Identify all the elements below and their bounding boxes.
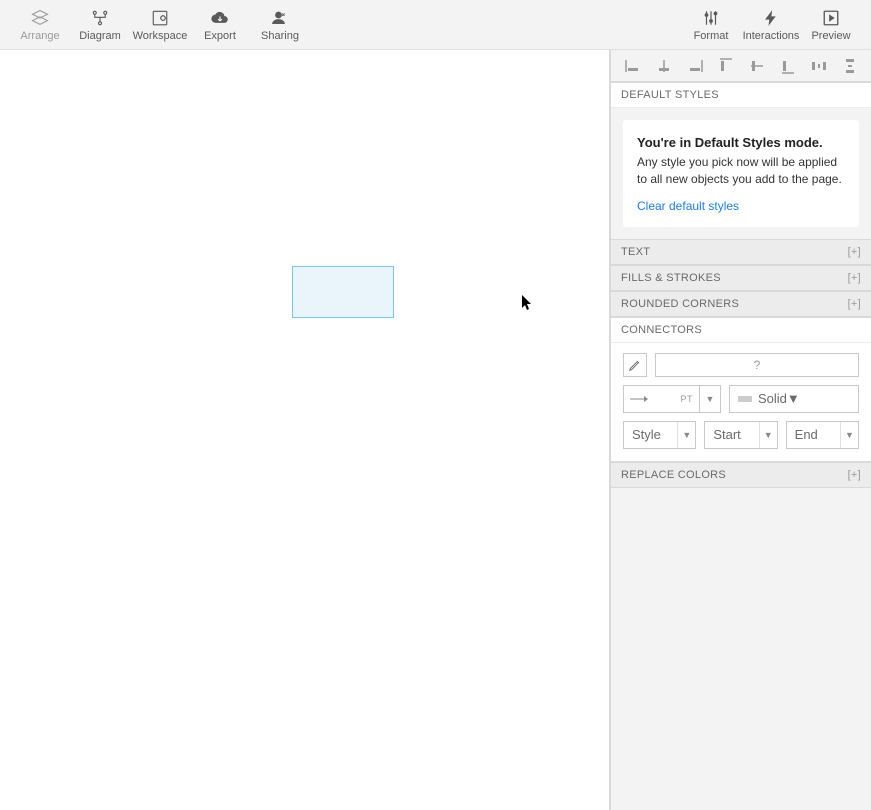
align-toolbar xyxy=(611,50,871,82)
info-title: You're in Default Styles mode. xyxy=(637,134,845,152)
canvas[interactable] xyxy=(0,50,610,810)
connectors-section-header[interactable]: CONNECTORS xyxy=(611,317,871,343)
interactions-button[interactable]: Interactions xyxy=(741,0,801,50)
diagram-button[interactable]: Diagram xyxy=(70,0,130,50)
connector-color-value: ? xyxy=(754,358,761,372)
format-label: Format xyxy=(694,30,729,42)
export-button[interactable]: Export xyxy=(190,0,250,50)
text-section-header[interactable]: TEXT [+] xyxy=(611,239,871,265)
distribute-v-icon[interactable] xyxy=(838,54,862,78)
arrow-line-icon xyxy=(630,395,650,403)
connector-color-button[interactable] xyxy=(623,353,647,377)
connectors-label: CONNECTORS xyxy=(621,324,702,336)
chevron-down-icon: ▼ xyxy=(787,391,800,406)
pt-unit-label: PT xyxy=(680,394,693,404)
export-label: Export xyxy=(204,30,236,42)
align-hcenter-icon[interactable] xyxy=(652,54,676,78)
arrange-button[interactable]: Arrange xyxy=(10,0,70,50)
rounded-corners-label: ROUNDED CORNERS xyxy=(621,298,739,310)
rectangle-shape[interactable] xyxy=(292,266,394,318)
toolbar-right-group: Format Interactions Preview xyxy=(681,0,861,50)
end-label: End xyxy=(795,427,818,442)
expand-icon: [+] xyxy=(848,469,861,481)
format-panel: DEFAULT STYLES You're in Default Styles … xyxy=(610,50,871,810)
align-left-icon[interactable] xyxy=(621,54,645,78)
info-body: Any style you pick now will be applied t… xyxy=(637,154,845,188)
panel-empty-area xyxy=(611,488,871,810)
default-styles-header[interactable]: DEFAULT STYLES xyxy=(611,82,871,108)
connectors-body: ? PT ▼ Solid xyxy=(611,343,871,462)
fills-strokes-section-header[interactable]: FILLS & STROKES [+] xyxy=(611,265,871,291)
arrange-label: Arrange xyxy=(20,30,59,42)
connector-line-style-dropdown[interactable]: Solid ▼ xyxy=(729,385,859,413)
connector-start-dropdown[interactable]: Start ▼ xyxy=(704,421,777,449)
style-label: Style xyxy=(632,427,661,442)
replace-colors-label: REPLACE COLORS xyxy=(621,469,726,481)
workspace-icon xyxy=(150,8,170,28)
expand-icon: [+] xyxy=(848,246,861,258)
play-icon xyxy=(821,8,841,28)
text-section-label: TEXT xyxy=(621,246,650,258)
default-styles-infobox: You're in Default Styles mode. Any style… xyxy=(623,120,859,227)
top-toolbar: Arrange Diagram Workspace Export Sharing xyxy=(0,0,871,50)
chevron-down-icon: ▼ xyxy=(677,422,695,448)
layers-icon xyxy=(30,8,50,28)
start-label: Start xyxy=(713,427,740,442)
format-button[interactable]: Format xyxy=(681,0,741,50)
interactions-label: Interactions xyxy=(743,30,800,42)
sharing-button[interactable]: Sharing xyxy=(250,0,310,50)
cloud-download-icon xyxy=(210,8,230,28)
preview-button[interactable]: Preview xyxy=(801,0,861,50)
replace-colors-section-header[interactable]: REPLACE COLORS [+] xyxy=(611,462,871,488)
toolbar-left-group: Arrange Diagram Workspace Export Sharing xyxy=(10,0,310,50)
fills-strokes-label: FILLS & STROKES xyxy=(621,272,721,284)
sliders-icon xyxy=(701,8,721,28)
distribute-h-icon[interactable] xyxy=(807,54,831,78)
lightning-icon xyxy=(761,8,781,28)
connector-style-dropdown[interactable]: Style ▼ xyxy=(623,421,696,449)
preview-label: Preview xyxy=(811,30,850,42)
sharing-label: Sharing xyxy=(261,30,299,42)
align-top-icon[interactable] xyxy=(714,54,738,78)
connector-width-dropdown[interactable]: ▼ xyxy=(699,385,721,413)
cursor-icon xyxy=(521,294,533,312)
rounded-corners-section-header[interactable]: ROUNDED CORNERS [+] xyxy=(611,291,871,317)
user-icon xyxy=(270,8,290,28)
connector-end-dropdown[interactable]: End ▼ xyxy=(786,421,859,449)
align-vcenter-icon[interactable] xyxy=(745,54,769,78)
workspace-label: Workspace xyxy=(133,30,188,42)
align-bottom-icon[interactable] xyxy=(776,54,800,78)
chevron-down-icon: ▼ xyxy=(840,422,858,448)
expand-icon: [+] xyxy=(848,272,861,284)
solid-line-icon xyxy=(738,391,752,406)
workspace-button[interactable]: Workspace xyxy=(130,0,190,50)
connector-width-field[interactable]: PT xyxy=(623,385,699,413)
diagram-label: Diagram xyxy=(79,30,121,42)
expand-icon: [+] xyxy=(848,298,861,310)
sitemap-icon xyxy=(90,8,110,28)
align-right-icon[interactable] xyxy=(683,54,707,78)
clear-default-styles-link[interactable]: Clear default styles xyxy=(637,198,739,215)
default-styles-label: DEFAULT STYLES xyxy=(621,89,719,101)
line-style-value: Solid xyxy=(758,391,787,406)
pencil-icon xyxy=(628,358,642,372)
connector-color-field[interactable]: ? xyxy=(655,353,859,377)
chevron-down-icon: ▼ xyxy=(759,422,777,448)
